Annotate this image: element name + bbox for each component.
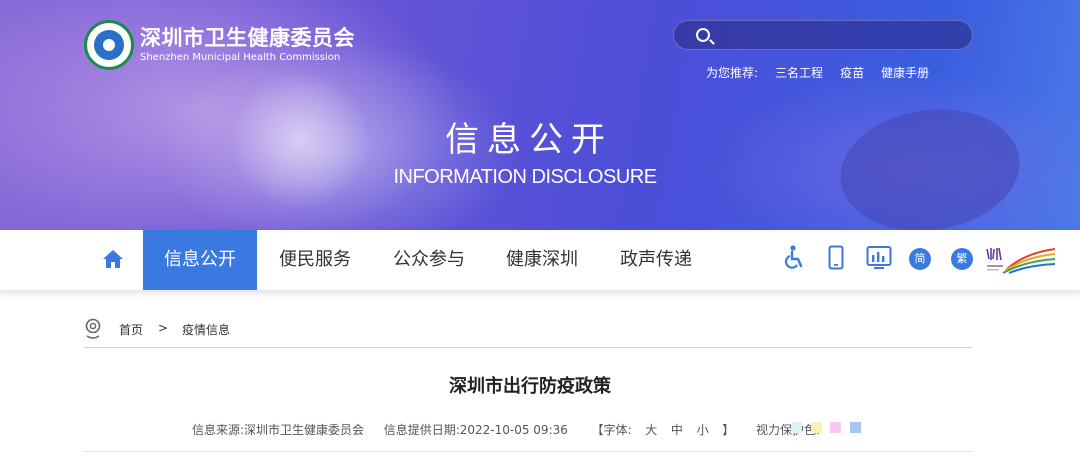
data-screen-icon[interactable] — [866, 245, 892, 271]
nav-item-participation[interactable]: 公众参与 — [393, 230, 465, 290]
search-input[interactable] — [722, 25, 962, 47]
shenzhen-logo-icon[interactable] — [985, 245, 1057, 275]
font-large-button[interactable]: 大 — [645, 421, 657, 438]
home-icon[interactable] — [102, 248, 124, 270]
nav-item-healthy-shenzhen[interactable]: 健康深圳 — [506, 230, 578, 290]
org-name-cn: 深圳市卫生健康委员会 — [140, 25, 355, 50]
accessibility-icon[interactable] — [782, 245, 806, 271]
location-pin-icon — [85, 318, 101, 339]
search-box[interactable] — [673, 20, 973, 50]
nav-shadow — [0, 290, 1080, 300]
traditional-chinese-button[interactable]: 繁 — [951, 248, 973, 270]
nav-item-policy[interactable]: 政声传递 — [620, 230, 692, 290]
breadcrumb-current[interactable]: 疫情信息 — [182, 321, 230, 338]
eye-color-swatch-blue[interactable] — [850, 422, 861, 433]
article-source: 信息来源:深圳市卫生健康委员会 — [192, 423, 365, 437]
font-size-label: 【字体: — [591, 423, 632, 437]
recommend-link[interactable]: 健康手册 — [881, 64, 929, 81]
eye-color-swatch-pink[interactable] — [830, 422, 841, 433]
recommend-link[interactable]: 三名工程 — [775, 64, 823, 81]
hero-subtitle: INFORMATION DISCLOSURE — [393, 166, 657, 188]
eye-color-swatch-yellow[interactable] — [811, 422, 822, 433]
font-small-button[interactable]: 小 — [697, 421, 709, 438]
site-logo[interactable]: 深圳市卫生健康委员会 Shenzhen Municipal Health Com… — [84, 20, 355, 70]
breadcrumb-home[interactable]: 首页 — [119, 321, 143, 338]
emblem-icon — [84, 20, 134, 70]
recommend-label: 为您推荐: — [706, 66, 759, 80]
main-nav: 信息公开 便民服务 公众参与 健康深圳 政声传递 简 繁 — [0, 230, 1080, 290]
recommend-link[interactable]: 疫苗 — [840, 64, 864, 81]
mobile-icon[interactable] — [828, 245, 844, 271]
article-date: 信息提供日期:2022-10-05 09:36 — [383, 423, 568, 437]
recommend-bar: 为您推荐: 三名工程 疫苗 健康手册 — [706, 64, 946, 81]
article-meta: 信息来源:深圳市卫生健康委员会 信息提供日期:2022-10-05 09:36 … — [192, 421, 820, 438]
divider — [84, 451, 972, 452]
article-title: 深圳市出行防疫政策 — [449, 376, 611, 397]
font-size-close: 】 — [722, 423, 735, 437]
org-name-en: Shenzhen Municipal Health Commission — [140, 51, 341, 63]
breadcrumb: 首页 > 疫情信息 — [84, 318, 972, 348]
breadcrumb-separator: > — [158, 321, 169, 335]
nav-item-services[interactable]: 便民服务 — [279, 230, 351, 290]
search-icon[interactable] — [696, 28, 710, 42]
hero-title: 信息公开 — [445, 120, 613, 160]
header-banner: 深圳市卫生健康委员会 Shenzhen Municipal Health Com… — [0, 0, 1080, 230]
eye-color-swatch-cyan[interactable] — [791, 422, 802, 433]
nav-item-info-disclosure[interactable]: 信息公开 — [143, 230, 257, 290]
font-medium-button[interactable]: 中 — [671, 421, 683, 438]
simplified-chinese-button[interactable]: 简 — [909, 248, 931, 270]
